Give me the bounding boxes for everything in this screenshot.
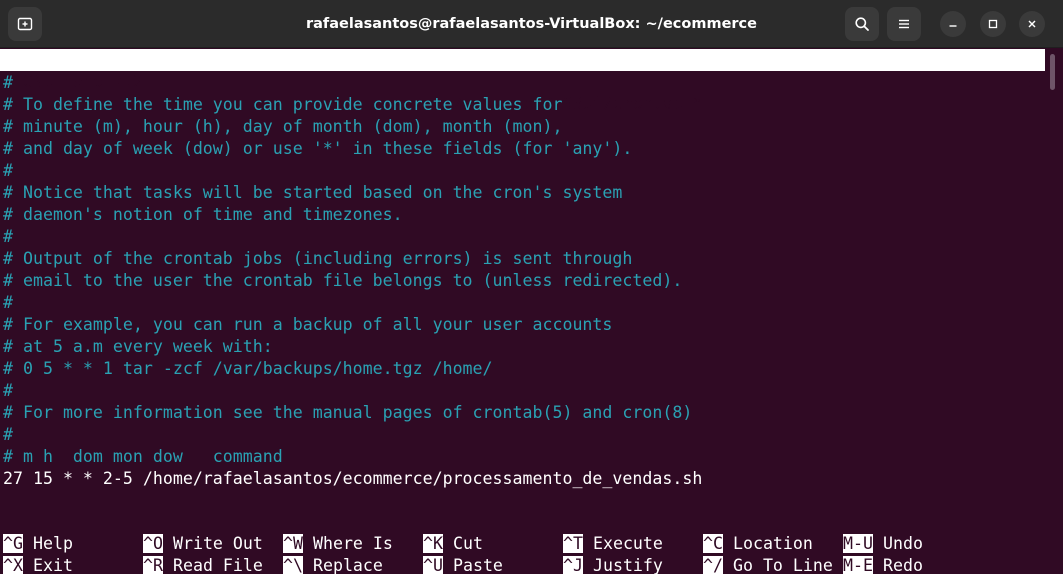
shortcut-key: M-E [843, 556, 873, 574]
shortcut-label: Where Is [302, 534, 393, 553]
maximize-button[interactable] [980, 11, 1006, 37]
shortcut-item: ^R Read File [143, 555, 263, 574]
shortcut-item: ^O Write Out [143, 533, 263, 555]
search-icon [855, 17, 869, 31]
shortcut-item: ^K Cut [423, 533, 483, 555]
comment-line: # Notice that tasks will be started base… [3, 183, 623, 202]
comment-line: # To define the time you can provide con… [3, 95, 563, 114]
shortcut-key: ^W [283, 534, 303, 553]
shortcut-key: ^/ [703, 556, 723, 574]
shortcut-key: ^X [3, 556, 23, 574]
comment-line: # 0 5 * * 1 tar -zcf /var/backups/home.t… [3, 359, 493, 378]
shortcut-key: ^T [563, 534, 583, 553]
shortcut-label: Execute [582, 534, 663, 553]
comment-line: # [3, 73, 13, 92]
terminal-scrollbar[interactable] [1045, 48, 1063, 574]
comment-line: # minute (m), hour (h), day of month (do… [3, 117, 563, 136]
shortcut-label: Paste [442, 556, 503, 574]
shortcut-label: Read File [162, 556, 263, 574]
search-button[interactable] [845, 7, 879, 41]
maximize-icon [988, 19, 998, 29]
comment-line: # [3, 227, 13, 246]
shortcut-label: Replace [302, 556, 383, 574]
comment-line: # [3, 161, 13, 180]
comment-line: # For example, you can run a backup of a… [3, 315, 613, 334]
comment-line: # at 5 a.m every week with: [3, 337, 273, 356]
shortcut-key: ^J [563, 556, 583, 574]
window-titlebar: rafaelasantos@rafaelasantos-VirtualBox: … [0, 0, 1063, 48]
crontab-entry-line: 27 15 * * 2-5 /home/rafaelasantos/ecomme… [3, 469, 703, 488]
shortcut-key: ^O [143, 534, 163, 553]
menu-button[interactable] [887, 7, 921, 41]
new-tab-button[interactable] [8, 7, 42, 41]
shortcut-item: ^W Where Is [283, 533, 393, 555]
shortcut-key: ^R [143, 556, 163, 574]
shortcut-label: Redo [872, 556, 923, 574]
shortcut-label: Location [722, 534, 813, 553]
shortcut-item: ^J Justify [563, 555, 663, 574]
shortcut-item: ^U Paste [423, 555, 503, 574]
comment-line: # Output of the crontab jobs (including … [3, 249, 633, 268]
shortcut-item: ^T Execute [563, 533, 663, 555]
shortcut-key: ^G [3, 534, 23, 553]
shortcut-key: ^K [423, 534, 443, 553]
shortcut-label: Exit [22, 556, 73, 574]
shortcut-label: Undo [872, 534, 923, 553]
shortcut-item: ^G Help [3, 533, 73, 555]
new-tab-icon [17, 17, 33, 31]
shortcut-item: M-E Redo [843, 555, 923, 574]
close-icon [1028, 20, 1036, 28]
scrollbar-thumb[interactable] [1050, 54, 1055, 90]
shortcut-item: ^/ Go To Line [703, 555, 833, 574]
nano-version: GNU nano 7.2 [23, 72, 143, 91]
shortcut-label: Justify [582, 556, 663, 574]
close-button[interactable] [1019, 11, 1045, 37]
comment-line: # email to the user the crontab file bel… [3, 271, 683, 290]
comment-line: # daemon's notion of time and timezones. [3, 205, 403, 224]
comment-line: # m h dom mon dow command [3, 447, 283, 466]
shortcut-label: Write Out [162, 534, 263, 553]
shortcut-key: ^\ [283, 556, 303, 574]
shortcut-label: Cut [442, 534, 483, 553]
nano-header-bar: GNU nano 7.2 /tmp/crontab.Ph93Jf/crontab… [0, 49, 1045, 113]
hamburger-menu-icon [899, 19, 909, 29]
comment-line: # [3, 381, 13, 400]
comment-line: # [3, 425, 13, 444]
minimize-icon [949, 25, 957, 27]
shortcut-item: ^\ Replace [283, 555, 383, 574]
shortcut-key: ^U [423, 556, 443, 574]
comment-line: # For more information see the manual pa… [3, 403, 693, 422]
terminal-view[interactable]: GNU nano 7.2 /tmp/crontab.Ph93Jf/crontab… [0, 48, 1045, 574]
window-title: rafaelasantos@rafaelasantos-VirtualBox: … [305, 16, 757, 32]
shortcut-item: M-U Undo [843, 533, 923, 555]
comment-line: # and day of week (dow) or use '*' in th… [3, 139, 633, 158]
shortcut-label: Go To Line [722, 556, 833, 574]
shortcut-key: M-U [843, 534, 873, 553]
shortcut-item: ^X Exit [3, 555, 73, 574]
minimize-button[interactable] [940, 11, 966, 37]
shortcut-item: ^C Location [703, 533, 813, 555]
shortcut-label: Help [22, 534, 73, 553]
comment-line: # [3, 293, 13, 312]
shortcut-key: ^C [703, 534, 723, 553]
